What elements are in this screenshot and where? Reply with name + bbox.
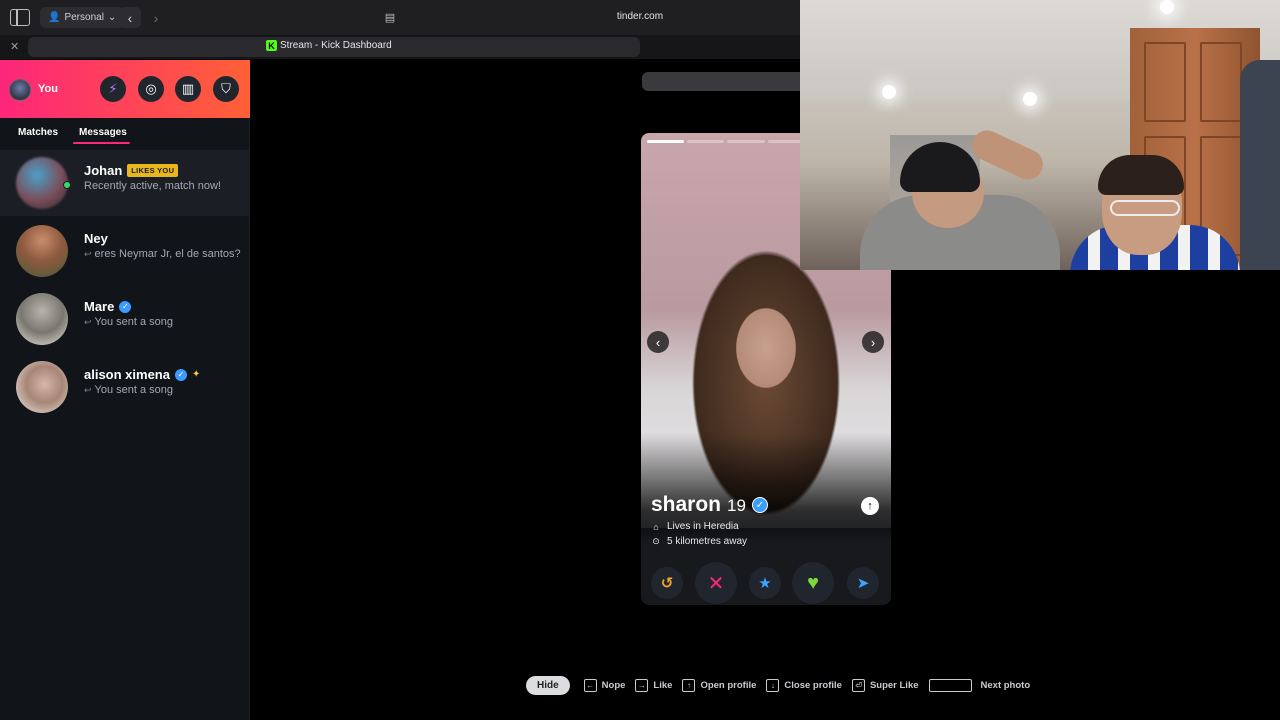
back-button[interactable]: ‹ [119,7,141,28]
tab-messages[interactable]: Messages [79,127,127,138]
conversation-name: Johan [84,163,123,178]
shortcut-bar: Hide ← Nope → Like ↑ Open profile ↓ Close pr… [526,676,1040,695]
verified-badge-icon: ✓ [174,368,187,381]
avatar [16,361,68,413]
conversation-item[interactable]: Johan LIKES YOU Recently active, match n… [0,150,250,216]
arrow-down-key-icon: ↓ [766,679,780,692]
messages-sidebar: You ⚡ ◎ ▥ ⛉ Matches Messages Johan LIKES… [0,60,250,720]
tab-title: Stream - Kick Dashboard [280,40,392,51]
person-icon: 👤 [48,12,61,23]
profile-name: sharon [651,493,722,516]
reply-icon: ↩ [84,249,92,259]
conversation-item[interactable]: Mare ✓ ↩ You sent a song [0,286,250,352]
active-tab-indicator [73,142,130,144]
shortcut-like: → Like [635,679,672,692]
conversation-preview: You sent a song [94,316,174,328]
forward-button[interactable]: › [145,7,167,28]
next-photo-button[interactable]: › [862,331,884,353]
avatar [16,157,68,209]
tab-other[interactable] [642,72,812,91]
shortcut-label: Like [653,680,673,691]
shortcut-label: Next photo [980,680,1031,691]
explore-icon[interactable]: ◎ [138,76,164,102]
shortcut-label: Nope [601,680,626,691]
conversation-name: Ney [84,231,108,246]
boost-icon[interactable]: ⚡ [100,76,126,102]
briefcase-icon[interactable]: ▥ [175,76,201,102]
page-settings-icon[interactable]: ▤ [383,10,397,24]
shortcut-super-like: ⏎ Super Like [851,679,919,692]
my-profile-label[interactable]: You [38,83,58,95]
photo-progress-segment [687,140,725,143]
likes-you-badge: LIKES YOU [127,164,179,177]
enter-key-icon: ⏎ [851,679,865,692]
photo-progress-segment [647,140,685,143]
conversation-item[interactable]: alison ximena ✓ ✦ ↩ You sent a song [0,354,250,420]
arrow-up-key-icon: ↑ [682,679,696,692]
conversation-item[interactable]: Ney ↩ eres Neymar Jr, el de santos? [0,218,250,284]
action-bar: ↺ ✕ ★ ♥ ➤ [641,561,891,605]
super-like-button[interactable]: ★ [749,567,781,599]
conversation-preview: You sent a song [94,384,174,396]
shortcut-next-photo: Next photo [928,679,1031,692]
verified-badge-icon: ✓ [119,300,132,313]
boost-button[interactable]: ➤ [847,567,879,599]
verified-badge-icon: ✓ [751,497,768,513]
location-pin-icon: ⊙ [652,536,660,546]
photo-progress-segment [727,140,765,143]
rewind-button[interactable]: ↺ [651,567,683,599]
profile-label: Personal [64,12,104,23]
shortcut-label: Super Like [869,680,919,691]
webcam-overlay [800,0,1280,270]
arrow-left-key-icon: ← [583,679,597,692]
reply-icon: ↩ [84,317,92,327]
tab-matches[interactable]: Matches [18,127,58,138]
shortcut-label: Open profile [700,680,757,691]
sidebar-header: You ⚡ ◎ ▥ ⛉ [0,60,250,118]
conversation-name: Mare [84,299,115,314]
space-key-icon [928,679,972,692]
spark-icon: ✦ [191,369,201,380]
conversation-preview: eres Neymar Jr, el de santos? [94,248,241,260]
previous-photo-button[interactable]: ‹ [647,331,669,353]
lives-in-text: Lives in Heredia [667,521,739,532]
shortcut-close-profile: ↓ Close profile [766,679,842,692]
nope-button[interactable]: ✕ [695,562,737,604]
arrow-right-key-icon: → [635,679,649,692]
shortcut-label: Close profile [784,680,842,691]
conversation-name: alison ximena [84,367,170,382]
kick-favicon-icon: K [266,40,277,51]
shortcut-nope: ← Nope [583,679,626,692]
distance-text: 5 kilometres away [667,536,748,547]
my-avatar[interactable] [9,79,31,101]
chevron-down-icon: ⌄ [107,12,117,23]
conversation-preview: Recently active, match now! [84,180,221,192]
online-status-dot [63,181,71,189]
profile-switcher[interactable]: 👤 Personal ⌄ [40,7,125,28]
home-icon: ⌂ [653,521,659,532]
shield-icon[interactable]: ⛉ [213,76,239,102]
open-profile-button[interactable]: ↑ [861,497,879,515]
shortcut-open-profile: ↑ Open profile [682,679,756,692]
avatar [16,293,68,345]
profile-age: 19 [727,496,746,515]
sidebar-toggle-icon[interactable] [10,9,30,26]
like-button[interactable]: ♥ [792,562,834,604]
hide-shortcuts-button[interactable]: Hide [526,676,570,695]
avatar [16,225,68,277]
reply-icon: ↩ [84,385,92,395]
close-tab-icon[interactable]: ✕ [10,40,19,53]
address-bar[interactable]: tinder.com [600,11,680,22]
